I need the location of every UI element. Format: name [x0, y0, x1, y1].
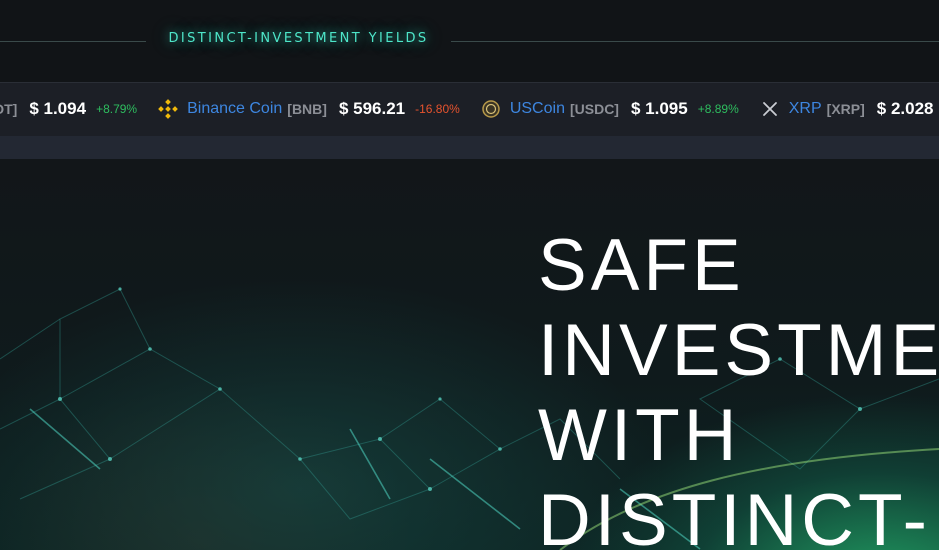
- ticker-name: XRP: [788, 100, 822, 117]
- xrp-icon: [759, 98, 781, 120]
- ticker-item-usdc[interactable]: USCoin [USDC] $ 1.095 +8.89%: [480, 98, 739, 120]
- hero-headline: SAFE INVESTME WITH DISTINCT-: [538, 223, 939, 550]
- divider-right: [451, 41, 939, 42]
- ticker-item-xrp[interactable]: XRP [XRP] $ 2.028: [759, 98, 934, 120]
- ticker-change: -16.80%: [415, 102, 460, 116]
- ticker-symbol: [BNB]: [287, 101, 327, 117]
- hero-section: SAFE INVESTME WITH DISTINCT-: [0, 159, 939, 550]
- headline-line: SAFE: [538, 225, 745, 306]
- top-banner: DISTINCT-INVESTMENT YIELDS: [0, 0, 939, 82]
- ticker-name: USCoin: [509, 100, 565, 117]
- ticker-item-partial[interactable]: DT] $ 1.094 +8.79%: [0, 99, 137, 119]
- ticker-symbol: [XRP]: [826, 101, 865, 117]
- ticker-bottom-strip: [0, 136, 939, 159]
- headline-line: DISTINCT-: [538, 480, 931, 550]
- divider-left: [0, 41, 146, 42]
- ticker-track: DT] $ 1.094 +8.79% Binance Coin [BNB] $: [0, 98, 939, 120]
- ticker-price: $ 596.21: [338, 99, 406, 118]
- headline-line: INVESTME: [538, 310, 939, 391]
- ticker-item-bnb[interactable]: Binance Coin [BNB] $ 596.21 -16.80%: [157, 98, 460, 120]
- headline-line: WITH: [538, 395, 741, 476]
- ticker-symbol: [USDC]: [569, 101, 619, 117]
- site-tagline: DISTINCT-INVESTMENT YIELDS: [168, 31, 429, 46]
- ticker-change: +8.89%: [697, 102, 739, 116]
- ticker-change: +8.79%: [96, 102, 138, 116]
- binance-icon: [157, 98, 179, 120]
- ticker-name: Binance Coin: [187, 100, 283, 117]
- ticker-price: $ 1.094: [29, 99, 87, 118]
- ticker-symbol: DT]: [0, 101, 18, 117]
- price-ticker: DT] $ 1.094 +8.79% Binance Coin [BNB] $: [0, 82, 939, 136]
- usdc-icon: [480, 98, 502, 120]
- ticker-price: $ 2.028: [876, 99, 934, 118]
- ticker-price: $ 1.095: [630, 99, 688, 118]
